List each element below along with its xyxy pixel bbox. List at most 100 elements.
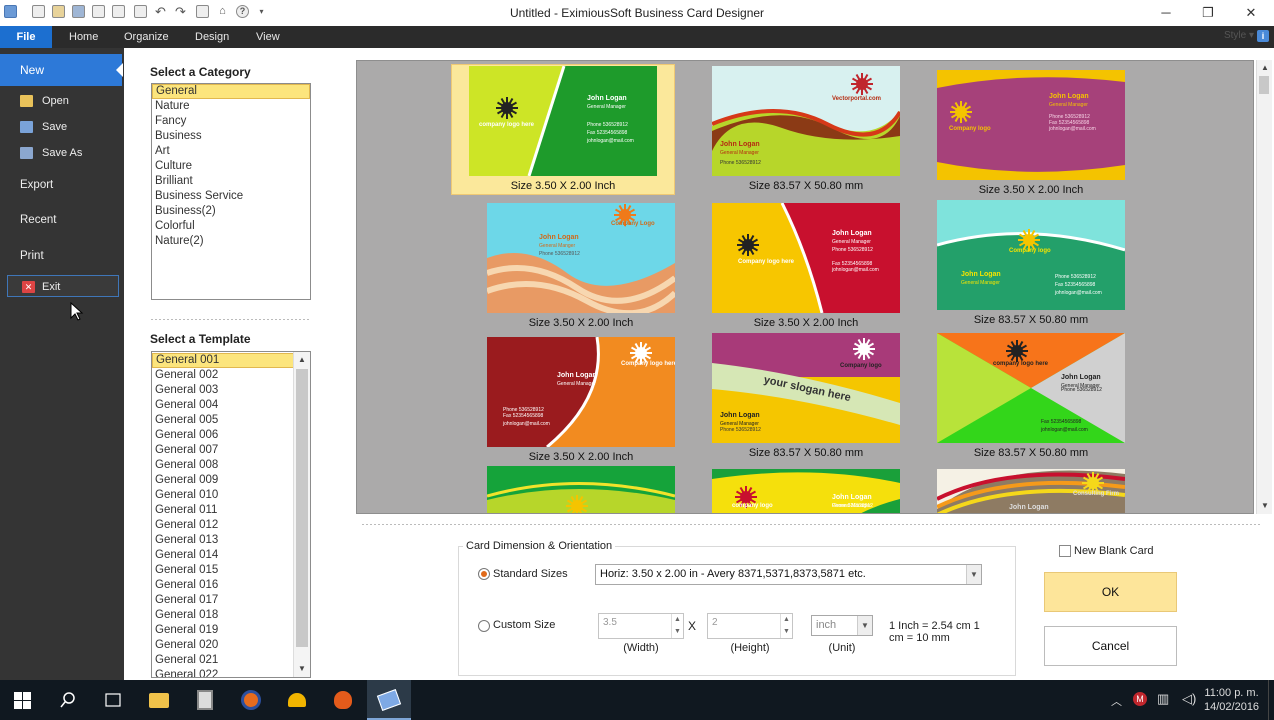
tab-design[interactable]: Design	[195, 26, 229, 48]
network-icon[interactable]: ▥	[1157, 691, 1169, 707]
app-icon[interactable]	[285, 688, 309, 712]
spinner-icon[interactable]: ▲ ▼	[780, 614, 792, 638]
template-item[interactable]: General 002	[152, 368, 294, 383]
card-thumbnail[interactable]: Company logo here John Logan General Man…	[712, 203, 900, 313]
standard-size-select[interactable]: Horiz: 3.50 x 2.00 in - Avery 8371,5371,…	[595, 564, 982, 585]
tray-arrow-icon[interactable]: ︿	[1111, 693, 1122, 709]
template-item[interactable]: General 010	[152, 488, 294, 503]
card-thumbnail[interactable]: company logo John Logan General Manager …	[712, 469, 900, 513]
category-item[interactable]: Fancy	[152, 114, 310, 129]
menu-recent[interactable]: Recent	[0, 209, 124, 231]
scroll-up-icon[interactable]: ▲	[1257, 60, 1273, 76]
gallery-scrollbar[interactable]: ▲ ▼	[1256, 60, 1272, 514]
category-item[interactable]: Business Service	[152, 189, 310, 204]
scroll-thumb[interactable]	[1259, 76, 1269, 94]
menu-print[interactable]: Print	[0, 245, 124, 267]
new-blank-card-checkbox[interactable]	[1059, 545, 1071, 557]
standard-size-radio[interactable]	[478, 568, 490, 580]
tab-home[interactable]: Home	[69, 26, 98, 48]
custom-size-radio[interactable]	[478, 620, 490, 632]
menu-new[interactable]: New	[0, 54, 123, 86]
category-item[interactable]: Business	[152, 129, 310, 144]
tab-view[interactable]: View	[256, 26, 280, 48]
volume-icon[interactable]: ◁)	[1182, 691, 1196, 707]
file-explorer-icon[interactable]	[147, 688, 171, 712]
menu-save-as[interactable]: Save As	[0, 142, 124, 164]
card-thumbnail[interactable]: Company Logo John Logan General Manger P…	[487, 203, 675, 313]
category-item[interactable]: Brilliant	[152, 174, 310, 189]
template-item[interactable]: General 014	[152, 548, 294, 563]
scroll-up-icon[interactable]: ▲	[294, 352, 310, 368]
category-item[interactable]: Culture	[152, 159, 310, 174]
calculator-icon[interactable]	[193, 688, 217, 712]
scroll-down-icon[interactable]: ▼	[1257, 498, 1273, 514]
business-card-designer-icon[interactable]	[376, 688, 402, 712]
restore-button[interactable]: ❐	[1196, 3, 1220, 23]
menu-exit[interactable]: ✕ Exit	[7, 275, 119, 297]
unit-select[interactable]: inch ▼	[811, 615, 873, 636]
card-thumbnail[interactable]: Company logo here John Logan General Man…	[487, 337, 675, 447]
close-button[interactable]: ✕	[1239, 3, 1263, 23]
tab-file[interactable]: File	[0, 26, 52, 48]
template-item[interactable]: General 012	[152, 518, 294, 533]
card-thumbnail[interactable]: Company logo John Logan General Manager …	[937, 200, 1125, 310]
card-thumbnail[interactable]: Company logo John Logan General Manager …	[712, 333, 900, 443]
template-item[interactable]: General 013	[152, 533, 294, 548]
template-item[interactable]: General 016	[152, 578, 294, 593]
ok-button[interactable]: OK	[1044, 572, 1177, 612]
template-item[interactable]: General 006	[152, 428, 294, 443]
template-item[interactable]: General 008	[152, 458, 294, 473]
template-item[interactable]: General 011	[152, 503, 294, 518]
card-gallery[interactable]: company logo here John Logan General Man…	[356, 60, 1254, 514]
category-item[interactable]: General	[152, 84, 310, 99]
card-thumbnail[interactable]: company logo here John Logan General Man…	[937, 333, 1125, 443]
tray-app-icon[interactable]: M	[1133, 692, 1147, 706]
template-item[interactable]: General 015	[152, 563, 294, 578]
template-item[interactable]: General 007	[152, 443, 294, 458]
app-icon[interactable]	[331, 688, 355, 712]
menu-export[interactable]: Export	[0, 174, 124, 196]
cancel-button[interactable]: Cancel	[1044, 626, 1177, 666]
template-item[interactable]: General 005	[152, 413, 294, 428]
menu-save[interactable]: Save	[0, 116, 124, 138]
category-item[interactable]: Colorful	[152, 219, 310, 234]
spinner-icon[interactable]: ▲ ▼	[671, 614, 683, 638]
card-thumbnail[interactable]: Vectorportal.com John Logan General Mana…	[712, 66, 900, 176]
style-dropdown[interactable]: Style ▾	[1224, 30, 1254, 41]
category-item[interactable]: Business(2)	[152, 204, 310, 219]
card-thumbnail[interactable]: Company logo John Logan General Manager …	[937, 70, 1125, 180]
template-item[interactable]: General 003	[152, 383, 294, 398]
task-view-icon[interactable]	[101, 688, 125, 712]
template-list[interactable]: General 001 General 002 General 003 General…	[151, 351, 311, 678]
category-item[interactable]: Nature(2)	[152, 234, 310, 249]
menu-open[interactable]: Open	[0, 90, 124, 112]
tab-organize[interactable]: Organize	[124, 26, 169, 48]
scroll-thumb[interactable]	[296, 369, 308, 647]
search-icon[interactable]	[56, 688, 80, 712]
card-thumbnail[interactable]: Consulting Firm John Logan	[937, 469, 1125, 513]
minimize-button[interactable]: ─	[1154, 3, 1178, 23]
height-input[interactable]: 2 ▲ ▼	[707, 613, 793, 639]
clock[interactable]: 11:00 p. m. 14/02/2016	[1204, 686, 1259, 714]
template-scrollbar[interactable]: ▲ ▼	[293, 352, 310, 677]
template-item[interactable]: General 022	[152, 668, 294, 677]
card-thumbnail[interactable]	[487, 466, 675, 513]
template-item[interactable]: General 020	[152, 638, 294, 653]
scroll-down-icon[interactable]: ▼	[294, 661, 310, 677]
template-item[interactable]: General 004	[152, 398, 294, 413]
category-item[interactable]: Nature	[152, 99, 310, 114]
template-item[interactable]: General 018	[152, 608, 294, 623]
firefox-icon[interactable]	[239, 688, 263, 712]
template-item[interactable]: General 001	[152, 353, 294, 368]
category-list[interactable]: General Nature Fancy Business Art Culture Bril…	[151, 83, 311, 300]
start-icon[interactable]	[10, 688, 34, 712]
width-input[interactable]: 3.5 ▲ ▼	[598, 613, 684, 639]
template-item[interactable]: General 021	[152, 653, 294, 668]
show-desktop-button[interactable]	[1268, 680, 1274, 720]
template-item[interactable]: General 017	[152, 593, 294, 608]
card-thumbnail[interactable]: company logo here John Logan General Man…	[469, 66, 657, 176]
template-item[interactable]: General 009	[152, 473, 294, 488]
category-item[interactable]: Art	[152, 144, 310, 159]
info-icon[interactable]: i	[1257, 30, 1269, 42]
template-item[interactable]: General 019	[152, 623, 294, 638]
